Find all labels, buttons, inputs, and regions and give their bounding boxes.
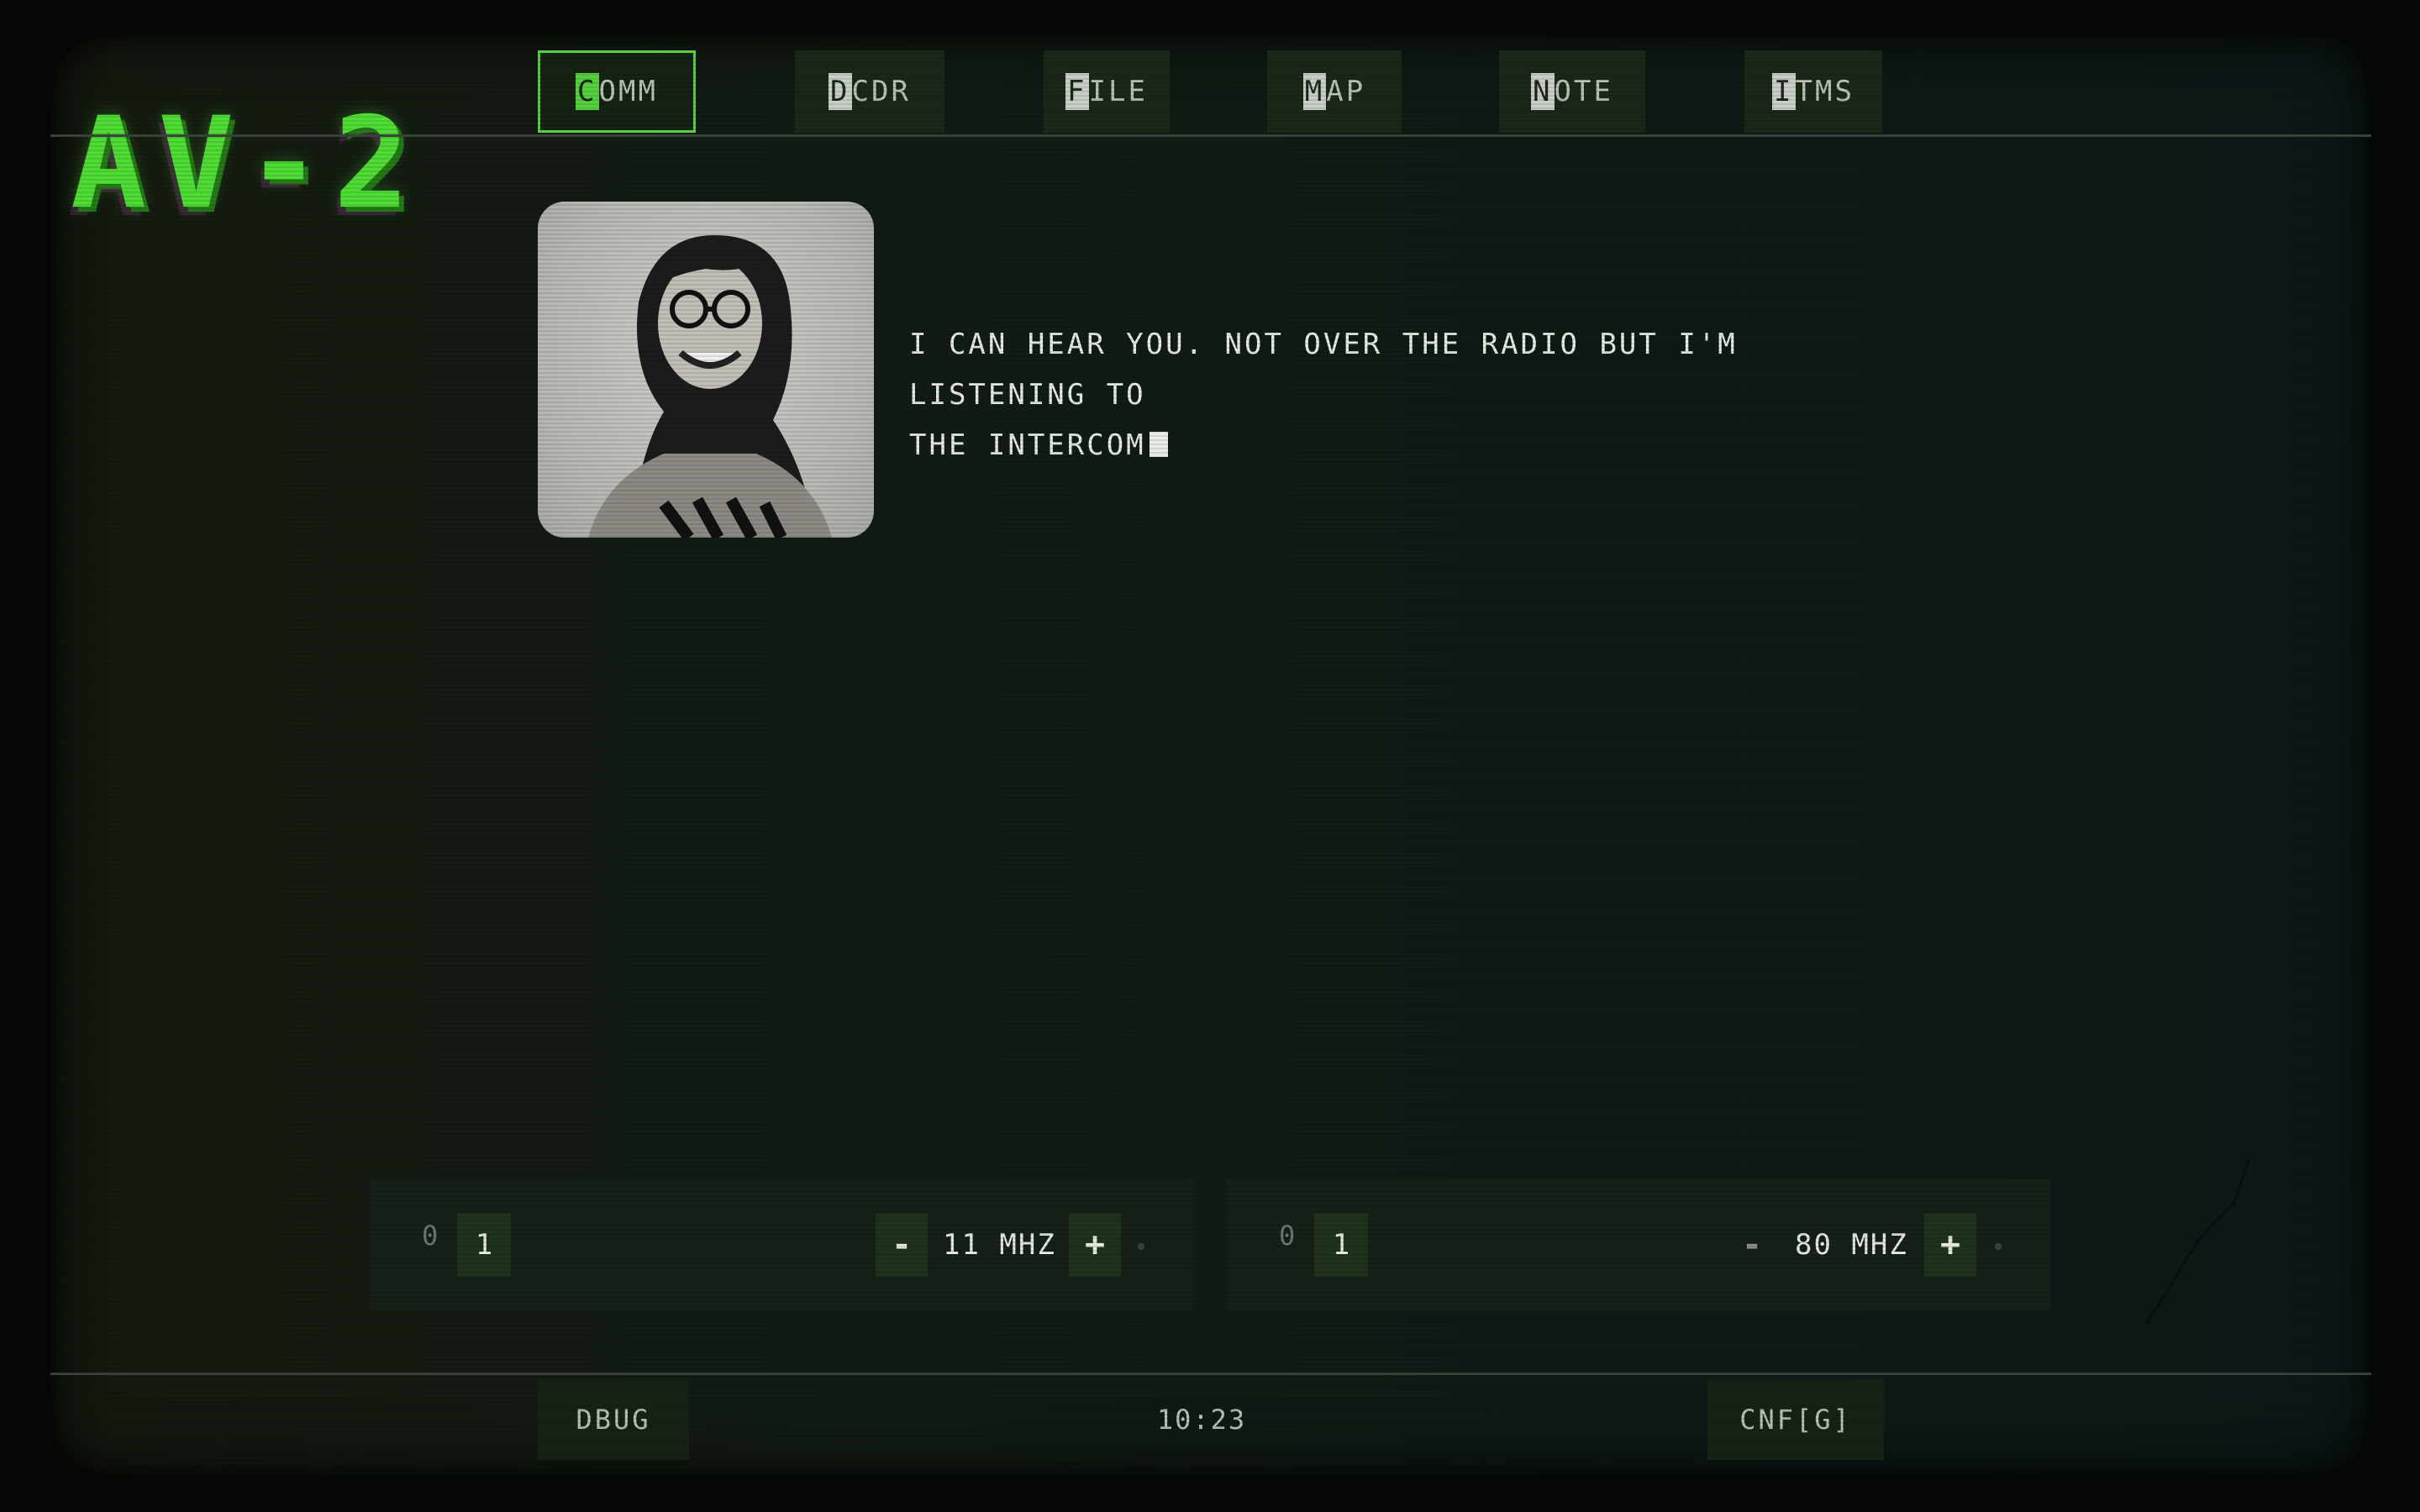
tab-comm[interactable]: C OMM (538, 50, 696, 133)
debug-button[interactable]: DBUG (538, 1379, 689, 1460)
frequency-increase-button[interactable]: + (1924, 1213, 1976, 1277)
screen-crack-decoration (2144, 1159, 2250, 1325)
bit-off-label[interactable]: 0 (422, 1220, 438, 1252)
portrait-illustration (588, 235, 832, 538)
app-logo: AV-2 (71, 91, 422, 237)
channel-panel-1: 0 1 - 11 MHZ + (370, 1179, 1193, 1310)
text-cursor (1149, 432, 1168, 457)
message-line-1: I CAN HEAR YOU. NOT OVER THE RADIO BUT I… (909, 328, 1738, 412)
speaker-portrait (538, 202, 874, 538)
header-divider (50, 134, 2371, 137)
status-dot (1995, 1243, 2002, 1250)
tab-hotkey: I (1772, 73, 1796, 110)
bit-on-toggle[interactable]: 1 (457, 1213, 511, 1277)
tab-hotkey: N (1531, 73, 1555, 110)
tab-note[interactable]: N OTE (1499, 50, 1645, 133)
tab-hotkey: F (1065, 73, 1089, 110)
tab-label: TMS (1795, 75, 1854, 108)
bit-on-toggle[interactable]: 1 (1314, 1213, 1368, 1277)
frequency-decrease-button[interactable]: - (1726, 1213, 1778, 1277)
message-line-2-text: THE INTERCOM (909, 428, 1146, 462)
frequency-increase-button[interactable]: + (1069, 1213, 1121, 1277)
tab-label: OMM (598, 75, 658, 108)
message-line-2: THE INTERCOM (909, 420, 1918, 470)
tab-label: ILE (1088, 75, 1148, 108)
footer-divider (50, 1373, 2371, 1375)
frequency-readout: 11 MHZ (943, 1228, 1056, 1262)
status-dot (1138, 1243, 1144, 1250)
channel-panel-2: 0 1 - 80 MHZ + (1227, 1179, 2050, 1310)
tab-hotkey: D (829, 73, 852, 110)
tab-label: OTE (1554, 75, 1613, 108)
bit-off-label[interactable]: 0 (1279, 1220, 1295, 1252)
frequency-decrease-button[interactable]: - (876, 1213, 928, 1277)
config-button[interactable]: CNF[G] (1707, 1379, 1884, 1460)
tab-hotkey: M (1302, 73, 1327, 110)
transmission-text: I CAN HEAR YOU. NOT OVER THE RADIO BUT I… (909, 319, 1918, 470)
tab-map[interactable]: M AP (1267, 50, 1402, 133)
clock-readout: 10:23 (1156, 1404, 1247, 1436)
tab-file[interactable]: F ILE (1044, 50, 1170, 133)
tab-label: AP (1326, 75, 1366, 108)
tab-itms[interactable]: I TMS (1744, 50, 1882, 133)
tab-hotkey: C (576, 73, 599, 110)
tab-label: CDR (851, 75, 911, 108)
tab-dcdr[interactable]: D CDR (795, 50, 944, 133)
frequency-readout: 80 MHZ (1795, 1228, 1908, 1262)
